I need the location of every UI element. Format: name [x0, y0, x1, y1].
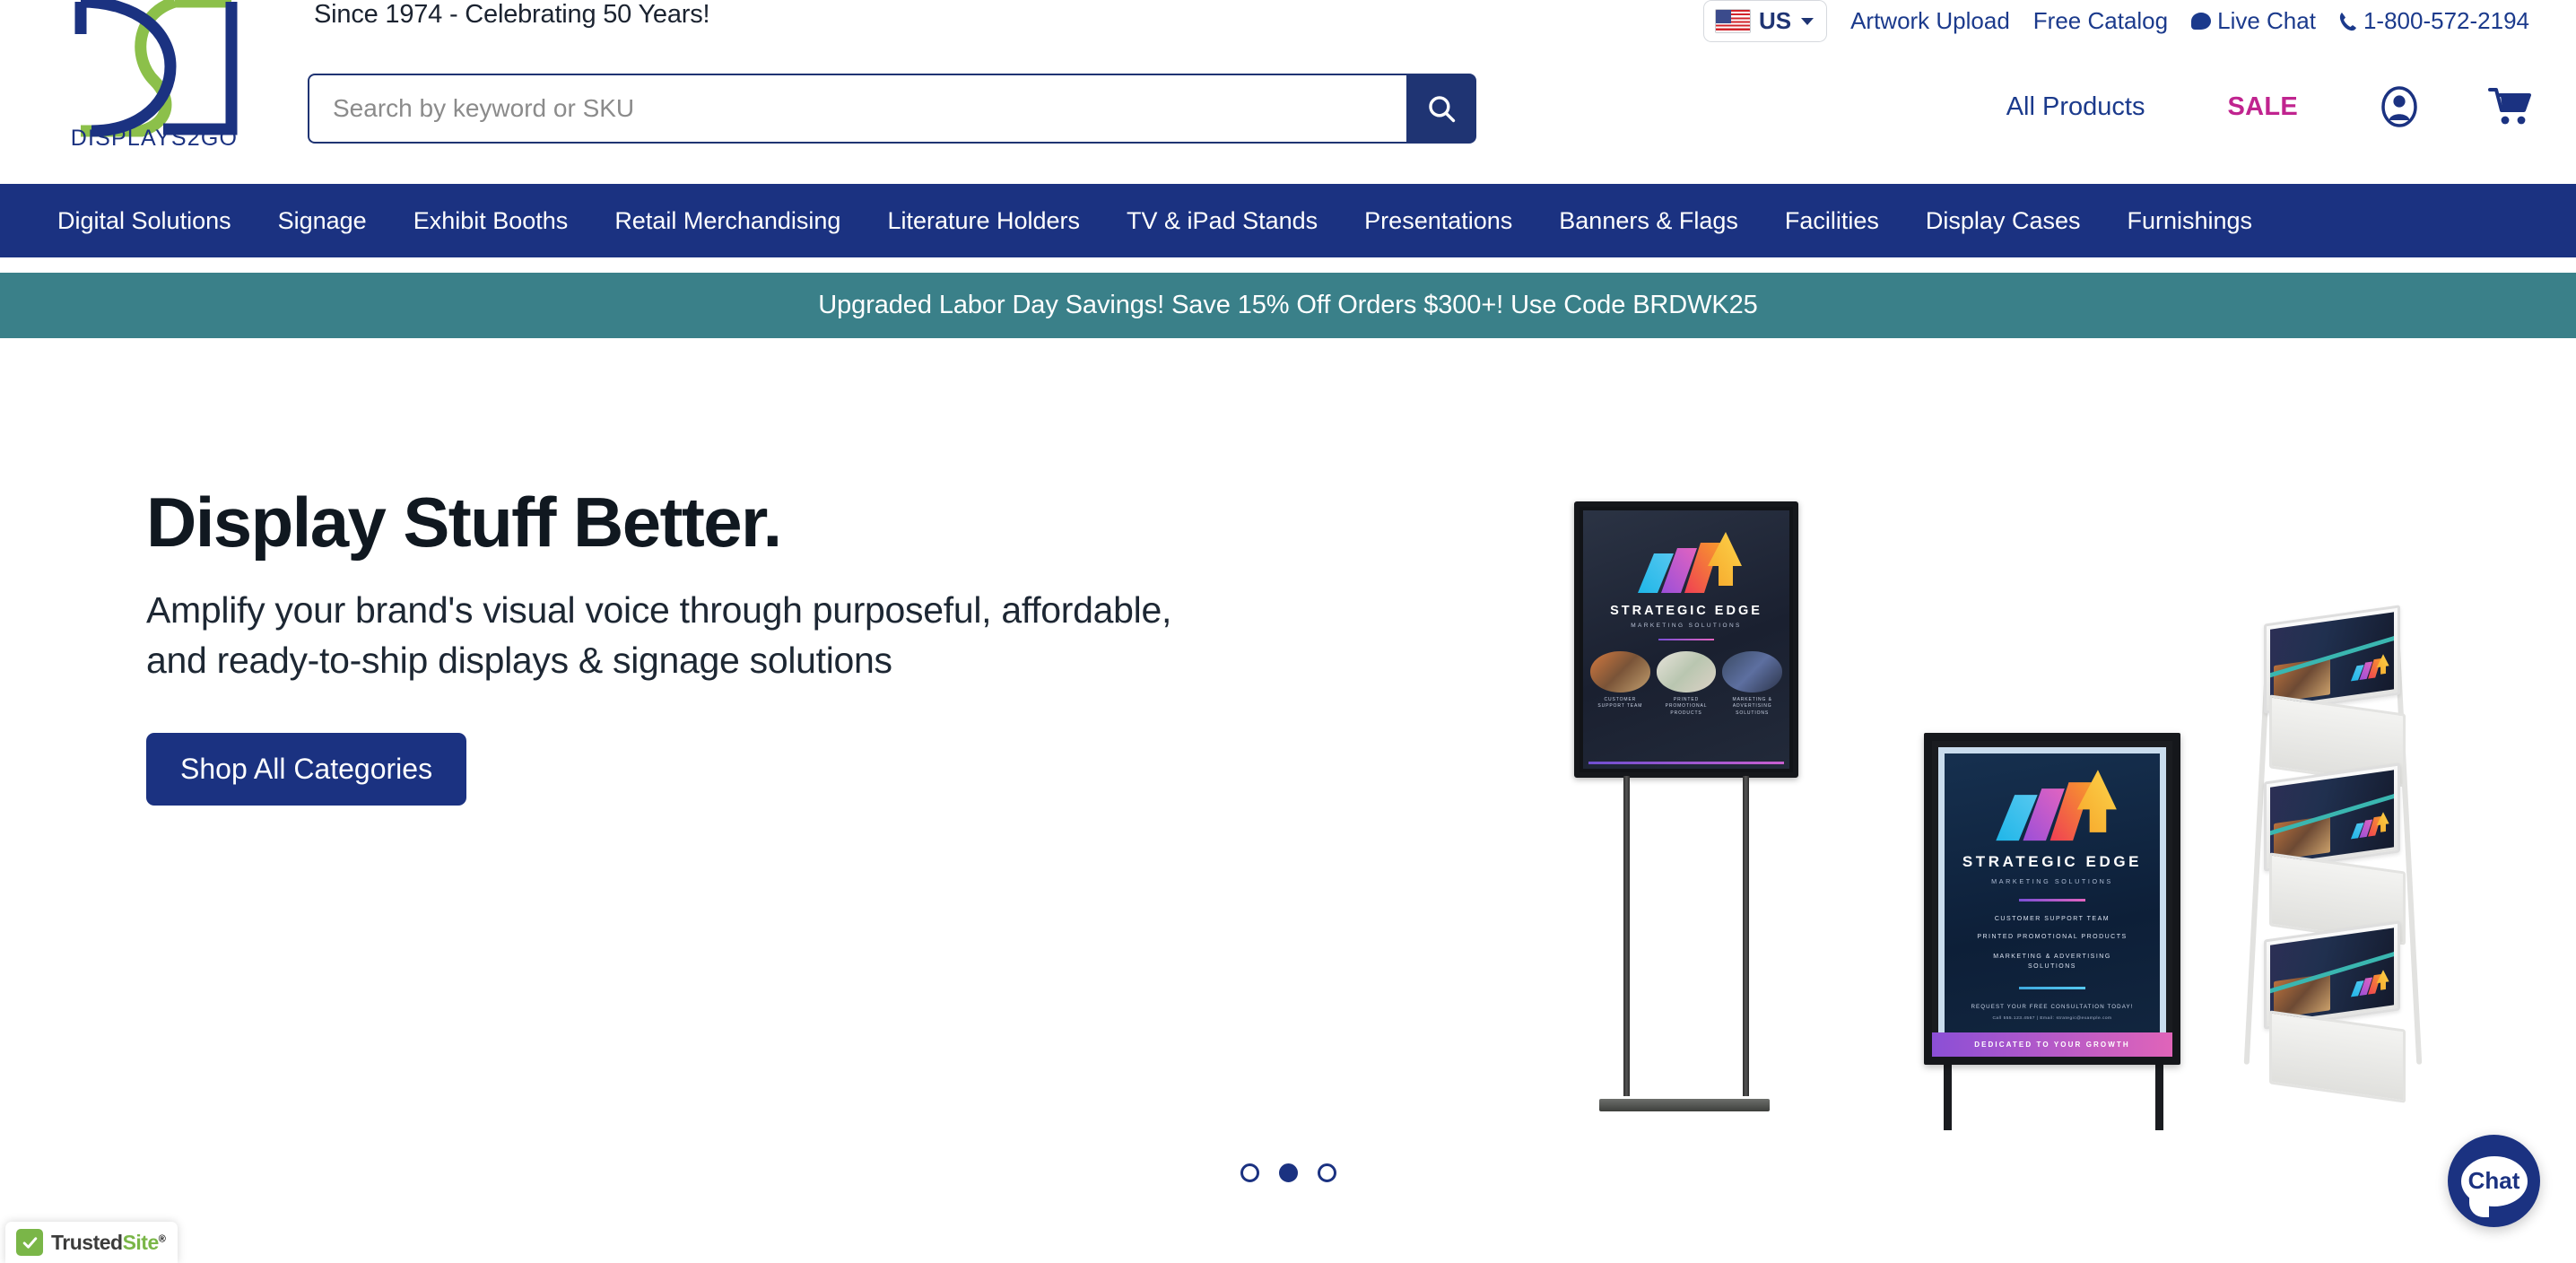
- header-actions: All Products SALE: [2006, 86, 2533, 127]
- free-catalog-link[interactable]: Free Catalog: [2033, 7, 2168, 35]
- live-chat-label: Live Chat: [2217, 7, 2316, 35]
- hero-copy: Display Stuff Better. Amplify your brand…: [146, 486, 1312, 806]
- trustedsite-badge[interactable]: TrustedSite®: [5, 1222, 178, 1263]
- poster-frame: STRATEGIC EDGE MARKETING SOLUTIONS CUSTO…: [1574, 501, 1798, 778]
- a-frame-inner-border: STRATEGIC EDGE MARKETING SOLUTIONS CUSTO…: [1938, 747, 2166, 1050]
- utility-bar: Since 1974 - Celebrating 50 Years! US Ar…: [0, 0, 2576, 22]
- rack-tray-3: [2269, 1010, 2406, 1102]
- trustedsite-label: TrustedSite®: [51, 1231, 165, 1255]
- all-products-link[interactable]: All Products: [2006, 92, 2145, 122]
- aframe-bullet-3: MARKETING & ADVERTISING SOLUTIONS: [1945, 952, 2160, 973]
- a-frame-footer-bar: DEDICATED TO YOUR GROWTH: [1932, 1032, 2172, 1057]
- hero-subtitle: Amplify your brand's visual voice throug…: [146, 585, 1223, 686]
- carousel-dot-2[interactable]: [1279, 1163, 1298, 1182]
- utility-links: US Artwork Upload Free Catalog Live Chat…: [1703, 0, 2529, 42]
- rack-brochure-1: [2270, 612, 2394, 706]
- aframe-brand: STRATEGIC EDGE: [1962, 853, 2142, 871]
- sale-link[interactable]: SALE: [2227, 92, 2298, 122]
- phone-number-label: 1-800-572-2194: [2363, 7, 2529, 35]
- hero-section: Display Stuff Better. Amplify your brand…: [0, 338, 2576, 1217]
- nav-item-facilities[interactable]: Facilities: [1785, 207, 1879, 235]
- chat-widget-label: Chat: [2468, 1167, 2520, 1195]
- nav-item-furnishings[interactable]: Furnishings: [2127, 207, 2252, 235]
- nav-item-literature-holders[interactable]: Literature Holders: [887, 207, 1080, 235]
- poster-caption-2: PRINTED PROMOTIONAL PRODUCTS: [1657, 697, 1717, 718]
- carousel-dot-3[interactable]: [1318, 1163, 1336, 1182]
- check-badge-icon: [16, 1229, 43, 1256]
- trustedsite-mark: ®: [159, 1233, 166, 1244]
- chevron-down-icon: [1801, 18, 1814, 25]
- phone-number-link[interactable]: 1-800-572-2194: [2339, 7, 2529, 35]
- nav-item-display-cases[interactable]: Display Cases: [1926, 207, 2081, 235]
- since-tagline: Since 1974 - Celebrating 50 Years!: [314, 0, 709, 30]
- nav-item-signage[interactable]: Signage: [278, 207, 367, 235]
- poster-brand: STRATEGIC EDGE: [1610, 604, 1762, 618]
- aframe-contact: Call 555.123.4567 | Email: strategic@exa…: [1992, 1016, 2111, 1021]
- artwork-upload-link[interactable]: Artwork Upload: [1850, 7, 2010, 35]
- displays2go-logo[interactable]: DISPLAYS2GO: [56, 0, 253, 147]
- chat-widget-button[interactable]: Chat: [2448, 1135, 2540, 1227]
- chat-bubble-icon: [2191, 13, 2211, 30]
- carousel-dot-1[interactable]: [1240, 1163, 1259, 1182]
- poster-stand-base: [1599, 1099, 1770, 1111]
- nav-item-digital-solutions[interactable]: Digital Solutions: [57, 207, 231, 235]
- aframe-cta: REQUEST YOUR FREE CONSULTATION TODAY!: [1971, 1004, 2133, 1010]
- main-navigation: Digital Solutions Signage Exhibit Booths…: [0, 184, 2576, 257]
- literature-rack-product-image: [2242, 607, 2435, 1110]
- nav-item-retail-merchandising[interactable]: Retail Merchandising: [614, 207, 840, 235]
- promo-banner[interactable]: Upgraded Labor Day Savings! Save 15% Off…: [0, 273, 2576, 338]
- aframe-footer-text: DEDICATED TO YOUR GROWTH: [1974, 1041, 2130, 1049]
- promo-text: Upgraded Labor Day Savings! Save 15% Off…: [818, 291, 1757, 320]
- rack-brochure-2: [2270, 770, 2394, 864]
- rack-brochure-3: [2270, 928, 2394, 1022]
- country-label: US: [1759, 7, 1791, 35]
- nav-item-presentations[interactable]: Presentations: [1364, 207, 1512, 235]
- poster-caption-3: MARKETING & ADVERTISING SOLUTIONS: [1722, 697, 1782, 718]
- search-input[interactable]: [308, 74, 1406, 144]
- poster-tagline: MARKETING SOLUTIONS: [1631, 623, 1742, 629]
- svg-text:DISPLAYS2GO: DISPLAYS2GO: [71, 126, 238, 147]
- aframe-bullet-2: PRINTED PROMOTIONAL PRODUCTS: [1977, 934, 2127, 940]
- phone-icon: [2339, 12, 2357, 31]
- poster-stand-product-image: STRATEGIC EDGE MARKETING SOLUTIONS CUSTO…: [1565, 501, 1807, 1111]
- hero-product-images: STRATEGIC EDGE MARKETING SOLUTIONS CUSTO…: [1525, 513, 2511, 1141]
- chat-bubble-icon: Chat: [2461, 1156, 2528, 1206]
- us-flag-icon: [1715, 9, 1751, 33]
- aframe-tagline: MARKETING SOLUTIONS: [1991, 877, 2113, 885]
- live-chat-link[interactable]: Live Chat: [2191, 7, 2316, 35]
- aframe-bullet-1: CUSTOMER SUPPORT TEAM: [1995, 916, 2110, 922]
- trustedsite-word-trusted: Trusted: [51, 1231, 123, 1254]
- country-selector[interactable]: US: [1703, 0, 1827, 42]
- nav-item-banners-flags[interactable]: Banners & Flags: [1559, 207, 1738, 235]
- carousel-pagination: [0, 1163, 2576, 1182]
- hero-title: Display Stuff Better.: [146, 486, 1312, 560]
- poster-caption-1: CUSTOMER SUPPORT TEAM: [1590, 697, 1650, 711]
- search-button[interactable]: [1406, 74, 1476, 144]
- nav-item-exhibit-booths[interactable]: Exhibit Booths: [413, 207, 569, 235]
- shopping-cart-icon[interactable]: [2488, 87, 2533, 126]
- poster-artwork: STRATEGIC EDGE MARKETING SOLUTIONS CUSTO…: [1583, 510, 1789, 769]
- page-root: Since 1974 - Celebrating 50 Years! US Ar…: [0, 0, 2576, 1263]
- nav-item-tv-ipad-stands[interactable]: TV & iPad Stands: [1127, 207, 1318, 235]
- a-frame-sign-product-image: STRATEGIC EDGE MARKETING SOLUTIONS CUSTO…: [1924, 733, 2193, 1132]
- a-frame-artwork: STRATEGIC EDGE MARKETING SOLUTIONS CUSTO…: [1945, 753, 2160, 1044]
- search-bar: [308, 74, 1476, 144]
- shop-all-categories-button[interactable]: Shop All Categories: [146, 733, 466, 806]
- user-account-icon[interactable]: [2379, 86, 2420, 127]
- a-frame-frame: STRATEGIC EDGE MARKETING SOLUTIONS CUSTO…: [1924, 733, 2180, 1065]
- trustedsite-word-site: Site: [123, 1231, 159, 1254]
